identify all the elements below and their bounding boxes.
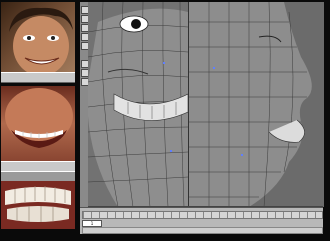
bottom-panel: 1 [80,207,323,234]
maya-window: 1 [80,2,324,234]
side-viewport[interactable] [188,2,324,207]
screenshot-frame: 1 [0,0,330,241]
smiling-face-photo [1,2,75,82]
timeline-slider[interactable] [82,211,323,219]
mouth-closeup-photo [1,181,75,229]
help-line [82,227,323,234]
photo-toolbar [1,72,75,83]
current-frame-field[interactable]: 1 [82,220,102,227]
teeth-photo [1,86,75,161]
timeline-ticks [83,212,322,218]
front-viewport[interactable] [88,2,188,207]
